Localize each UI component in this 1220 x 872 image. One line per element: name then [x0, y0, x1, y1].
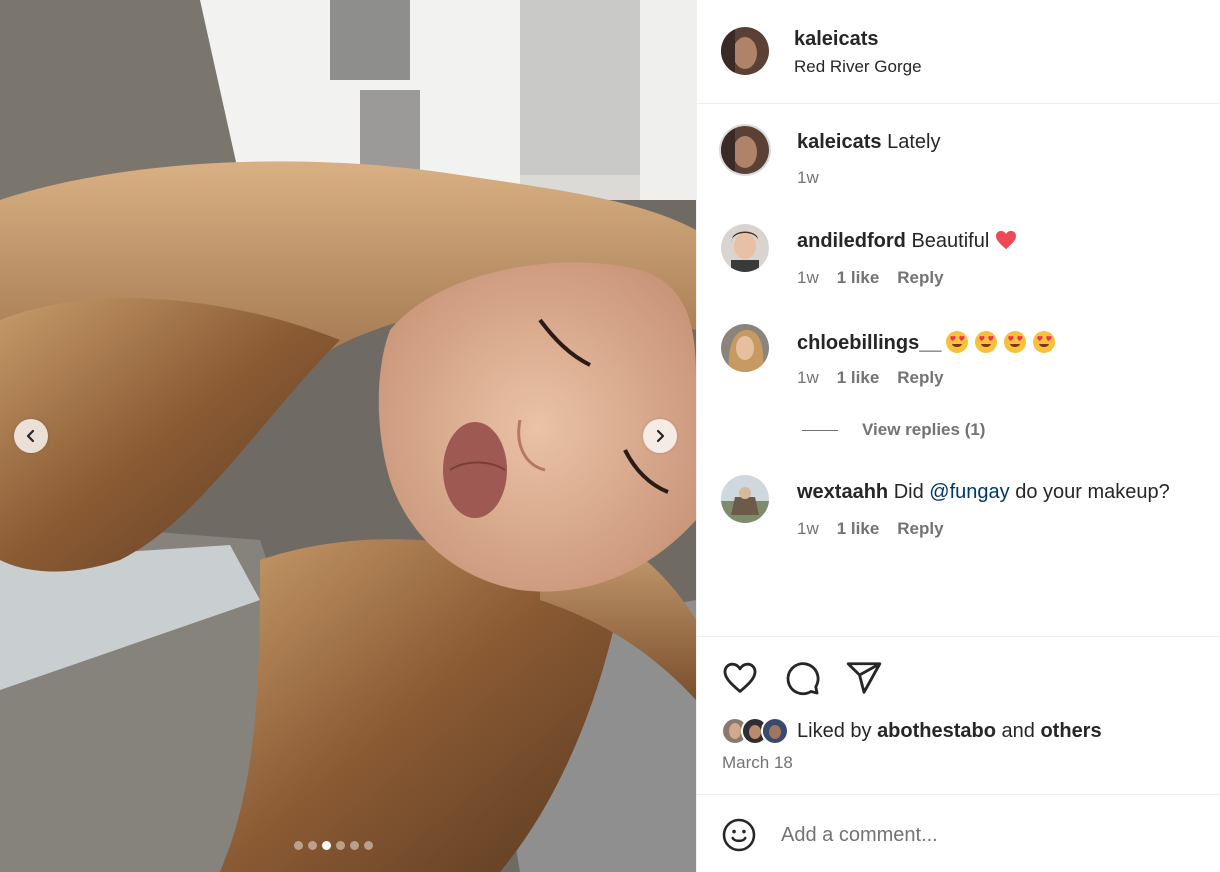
comments-list: kaleicats Lately 1w andiledford Beautifu…	[697, 104, 1220, 636]
caption-text: kaleicats Lately	[797, 131, 941, 153]
comment-likes[interactable]: 1 like	[837, 519, 880, 539]
likes-summary: Liked by abothestabo and others	[721, 717, 1102, 745]
heart-eyes-icon	[946, 331, 969, 353]
commenter-avatar[interactable]	[721, 324, 769, 372]
liked-by-text: Liked by abothestabo and others	[797, 719, 1102, 742]
author-username[interactable]: kaleicats	[794, 28, 879, 51]
comment-username[interactable]: andiledford	[797, 230, 906, 252]
heart-eyes-icon	[1033, 331, 1056, 353]
post-actions: Liked by abothestabo and others March 18	[697, 636, 1220, 794]
caption-avatar[interactable]	[719, 124, 771, 176]
heart-eyes-icon	[1004, 331, 1027, 353]
comment-username[interactable]: chloebillings__	[797, 332, 941, 354]
like-heart-icon[interactable]	[721, 659, 759, 697]
caption-time[interactable]: 1w	[797, 168, 819, 188]
comment-meta: 1w 1 like Reply	[797, 268, 944, 288]
liked-by-others[interactable]: others	[1040, 720, 1101, 742]
heart-eyes-emojis	[945, 330, 1056, 354]
carousel-dot	[294, 841, 303, 850]
carousel-dot-active	[322, 841, 331, 850]
comment-time[interactable]: 1w	[797, 368, 819, 388]
heart-eyes-icon	[975, 331, 998, 353]
author-avatar[interactable]	[721, 27, 769, 75]
carousel-dot	[336, 841, 345, 850]
view-replies-label: View replies (1)	[862, 420, 986, 439]
post-location[interactable]: Red River Gorge	[794, 57, 922, 77]
comment-text: chloebillings__	[797, 330, 1056, 355]
comment-text: wextaahh Did @fungay do your makeup?	[797, 481, 1170, 503]
carousel-dot	[308, 841, 317, 850]
liked-by-user[interactable]: abothestabo	[877, 720, 996, 742]
emoji-smiley-icon[interactable]	[721, 817, 757, 853]
comment-username[interactable]: wextaahh	[797, 481, 888, 503]
replies-divider	[802, 429, 838, 431]
comment-time[interactable]: 1w	[797, 268, 819, 288]
red-heart-icon	[995, 230, 1017, 256]
comment-input[interactable]	[781, 819, 1181, 851]
view-replies-button[interactable]: View replies (1)	[802, 420, 985, 440]
carousel-indicator	[294, 841, 373, 850]
liker-avatars[interactable]	[721, 717, 789, 745]
selfie-photo	[0, 0, 696, 872]
post-viewer: kaleicats Red River Gorge kaleicats Late…	[0, 0, 1220, 872]
mention-link[interactable]: @fungay	[929, 481, 1009, 503]
commenter-avatar[interactable]	[721, 475, 769, 523]
caption-meta: 1w	[797, 168, 819, 188]
comment-bubble-icon[interactable]	[783, 659, 821, 697]
comment-text: andiledford Beautiful	[797, 230, 1017, 256]
previous-photo-button[interactable]	[14, 419, 48, 453]
liker-avatar	[761, 717, 789, 745]
chevron-left-icon	[26, 429, 35, 443]
comment-time[interactable]: 1w	[797, 519, 819, 539]
carousel-dot	[350, 841, 359, 850]
reply-button[interactable]: Reply	[897, 519, 943, 539]
comment-meta: 1w 1 like Reply	[797, 368, 944, 388]
comment-likes[interactable]: 1 like	[837, 268, 880, 288]
chevron-right-icon	[656, 429, 665, 443]
post-details-panel: kaleicats Red River Gorge kaleicats Late…	[696, 0, 1220, 872]
action-icons	[721, 659, 883, 697]
post-header: kaleicats Red River Gorge	[697, 0, 1220, 104]
share-send-icon[interactable]	[845, 659, 883, 697]
carousel-dot	[364, 841, 373, 850]
comment-likes[interactable]: 1 like	[837, 368, 880, 388]
caption-username[interactable]: kaleicats	[797, 131, 882, 153]
comment-composer	[697, 794, 1220, 872]
reply-button[interactable]: Reply	[897, 368, 943, 388]
commenter-avatar[interactable]	[721, 224, 769, 272]
post-photo[interactable]	[0, 0, 696, 872]
reply-button[interactable]: Reply	[897, 268, 943, 288]
comment-meta: 1w 1 like Reply	[797, 519, 944, 539]
next-photo-button[interactable]	[643, 419, 677, 453]
post-date[interactable]: March 18	[722, 753, 793, 773]
